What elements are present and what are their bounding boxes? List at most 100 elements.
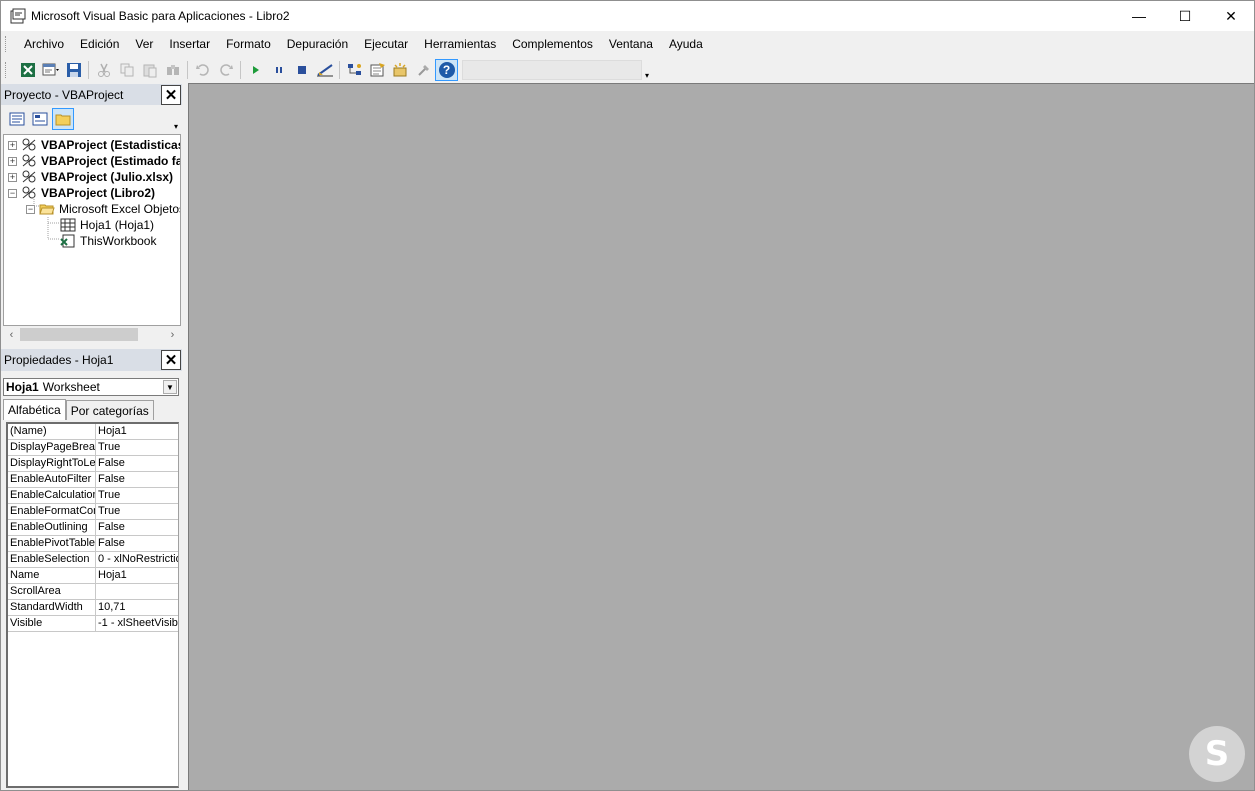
close-button[interactable]: ✕ [1208, 1, 1254, 31]
property-row[interactable]: EnablePivotTable False [8, 536, 178, 552]
menu-ejecutar[interactable]: Ejecutar [356, 34, 416, 54]
property-value[interactable]: False [96, 536, 178, 551]
menu-complementos[interactable]: Complementos [504, 34, 601, 54]
property-value[interactable]: False [96, 472, 178, 487]
excel-view-icon [20, 63, 35, 77]
property-name: EnablePivotTable [10, 536, 96, 551]
menu-archivo[interactable]: Archivo [16, 34, 72, 54]
design-mode-button[interactable] [313, 59, 336, 81]
property-row[interactable]: EnableCalculation True [8, 488, 178, 504]
property-row[interactable]: ScrollArea [8, 584, 178, 600]
property-value[interactable]: False [96, 456, 178, 471]
property-value[interactable]: 0 - xlNoRestrictio [96, 552, 178, 567]
object-selector[interactable]: Hoja1 Worksheet ▼ [3, 378, 179, 396]
copy-button[interactable] [115, 59, 138, 81]
property-value[interactable]: False [96, 520, 178, 535]
property-row[interactable]: DisplayPageBreak True [8, 440, 178, 456]
property-row[interactable]: StandardWidth 10,71 [8, 600, 178, 616]
project-toolbar-options[interactable]: ▾ [171, 107, 181, 131]
watermark-logo: S [1189, 726, 1245, 782]
help-icon: ? [438, 62, 455, 78]
minimize-button[interactable]: — [1116, 1, 1162, 31]
project-explorer-button[interactable] [343, 59, 366, 81]
menu-edicion[interactable]: Edición [72, 34, 127, 54]
property-row[interactable]: (Name) Hoja1 [8, 424, 178, 440]
find-button[interactable] [161, 59, 184, 81]
tab-por-categorias[interactable]: Por categorías [65, 400, 154, 420]
project-panel-toolbar: ▾ [1, 105, 182, 133]
toolbar-position-display [462, 60, 642, 80]
menu-insertar[interactable]: Insertar [161, 34, 218, 54]
property-value[interactable]: Hoja1 [96, 568, 178, 583]
folder-icon [55, 114, 71, 126]
property-value[interactable] [96, 584, 178, 599]
mdi-workspace[interactable] [188, 83, 1254, 790]
break-button[interactable] [267, 59, 290, 81]
standard-toolbar: ? ▾ [1, 57, 668, 83]
title-bar: Microsoft Visual Basic para Aplicaciones… [1, 1, 1254, 31]
menu-grip[interactable] [5, 36, 8, 52]
tab-alfabetica[interactable]: Alfabética [3, 399, 66, 420]
property-row[interactable]: DisplayRightToLef False [8, 456, 178, 472]
toggle-folders-button[interactable] [52, 108, 74, 130]
insert-userform-button[interactable] [39, 59, 62, 81]
property-value[interactable]: True [96, 440, 178, 455]
properties-window-button[interactable] [366, 59, 389, 81]
project-panel-close-button[interactable]: ✕ [161, 85, 181, 105]
undo-button[interactable] [191, 59, 214, 81]
toolbar-separator [339, 61, 340, 79]
project-tree-hscrollbar[interactable]: ‹ › [3, 326, 181, 343]
property-value[interactable]: Hoja1 [96, 424, 178, 439]
save-button[interactable] [62, 59, 85, 81]
view-object-icon [32, 112, 48, 126]
properties-window-icon [370, 63, 385, 77]
view-excel-button[interactable] [16, 59, 39, 81]
property-value[interactable]: True [96, 488, 178, 503]
view-object-button[interactable] [29, 108, 51, 130]
cut-button[interactable] [92, 59, 115, 81]
property-row[interactable]: EnableAutoFilter False [8, 472, 178, 488]
redo-button[interactable] [214, 59, 237, 81]
object-browser-button[interactable] [389, 59, 412, 81]
menu-ver[interactable]: Ver [127, 34, 161, 54]
toolbar-grip[interactable] [5, 62, 8, 78]
property-value[interactable]: -1 - xlSheetVisib [96, 616, 178, 631]
menu-ayuda[interactable]: Ayuda [661, 34, 711, 54]
menu-formato[interactable]: Formato [218, 34, 279, 54]
toolbar-options-dropdown[interactable]: ▾ [642, 60, 652, 80]
chevron-down-icon[interactable]: ▼ [163, 380, 177, 394]
property-row[interactable]: EnableFormatCon True [8, 504, 178, 520]
scroll-right-icon[interactable]: › [164, 326, 181, 343]
property-name: Visible [8, 616, 96, 631]
toolbox-icon [417, 65, 429, 76]
property-row[interactable]: Name Hoja1 [8, 568, 178, 584]
property-row[interactable]: EnableSelection 0 - xlNoRestrictio [8, 552, 178, 568]
help-button[interactable]: ? [435, 59, 458, 81]
reset-button[interactable] [290, 59, 313, 81]
menu-ventana[interactable]: Ventana [601, 34, 661, 54]
property-value[interactable]: True [96, 504, 178, 519]
paste-button[interactable] [138, 59, 161, 81]
toolbar-separator [88, 61, 89, 79]
property-name: Name [8, 568, 96, 583]
tree-connector-lines [33, 197, 60, 240]
menu-bar: Archivo Edición Ver Insertar Formato Dep… [1, 32, 1254, 56]
run-button[interactable] [244, 59, 267, 81]
toolbox-button[interactable] [412, 59, 435, 81]
object-browser-icon [393, 63, 406, 77]
toolbar-separator [240, 61, 241, 79]
menu-depuracion[interactable]: Depuración [279, 34, 356, 54]
property-name: EnableSelection [8, 552, 96, 567]
property-value[interactable]: 10,71 [96, 600, 178, 615]
properties-panel-close-button[interactable]: ✕ [161, 350, 181, 370]
project-panel-title: Proyecto - VBAProject [4, 88, 124, 102]
cut-icon [97, 63, 110, 77]
scroll-left-icon[interactable]: ‹ [3, 326, 20, 343]
property-row[interactable]: EnableOutlining False [8, 520, 178, 536]
property-row[interactable]: Visible -1 - xlSheetVisib [8, 616, 178, 632]
view-code-button[interactable] [6, 108, 28, 130]
scrollbar-thumb[interactable] [20, 328, 138, 341]
maximize-button[interactable]: ☐ [1162, 1, 1208, 31]
break-icon [275, 67, 282, 73]
menu-herramientas[interactable]: Herramientas [416, 34, 504, 54]
